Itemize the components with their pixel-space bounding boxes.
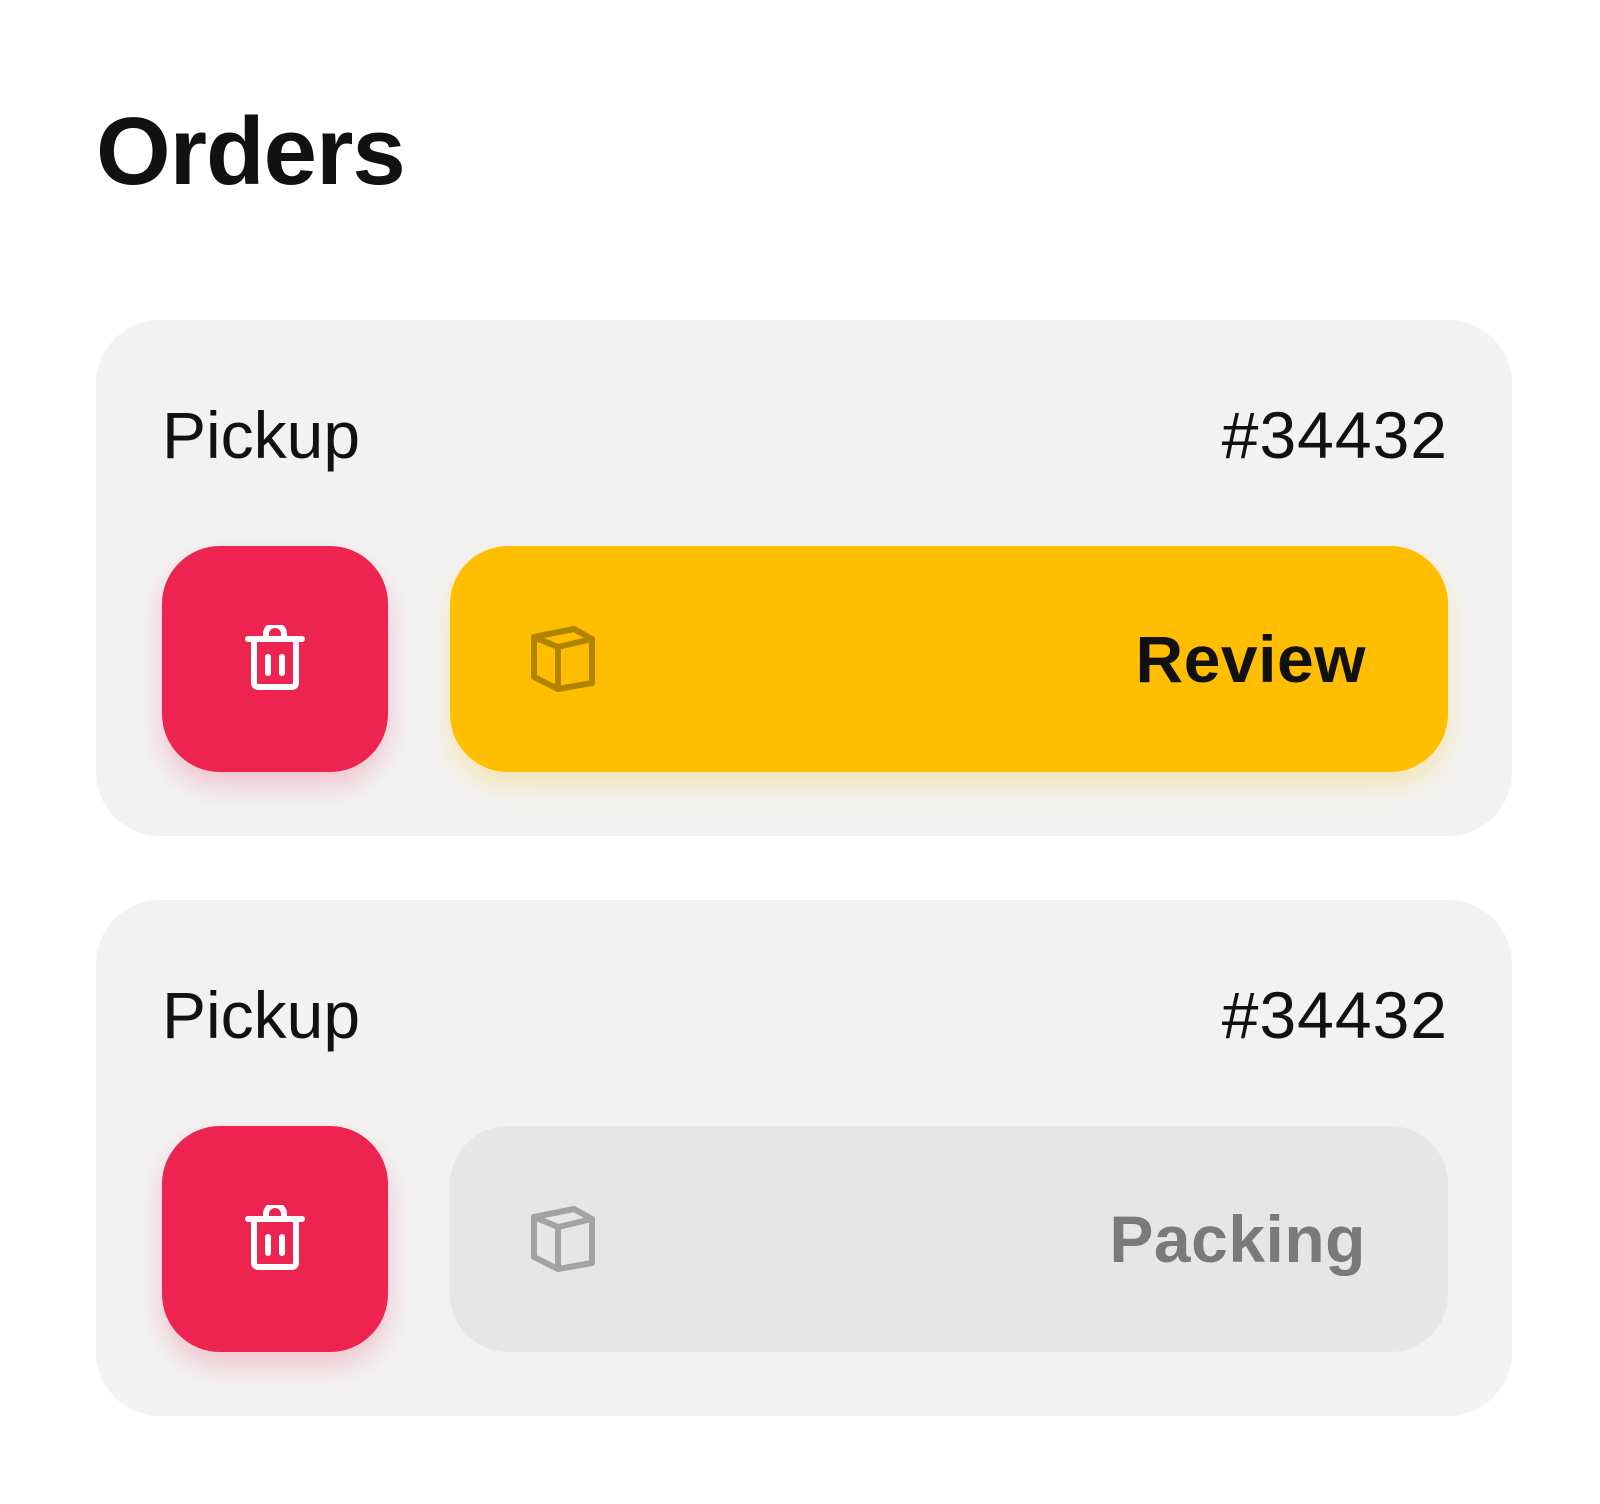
status-button-review[interactable]: Review	[450, 546, 1448, 772]
delete-order-button[interactable]	[162, 546, 388, 772]
order-card: Pickup #34432 Review	[96, 320, 1512, 836]
box-icon	[528, 623, 598, 695]
trash-icon	[245, 1205, 305, 1270]
orders-page: Orders Pickup #34432 Review Pickup #3443…	[0, 0, 1600, 1504]
order-number: #34432	[1221, 978, 1448, 1052]
trash-icon	[245, 625, 305, 690]
order-card: Pickup #34432 Packing	[96, 900, 1512, 1416]
order-number: #34432	[1221, 398, 1448, 472]
status-label: Packing	[1109, 1202, 1366, 1276]
page-title: Orders	[96, 98, 406, 205]
status-button-packing[interactable]: Packing	[450, 1126, 1448, 1352]
box-icon	[528, 1203, 598, 1275]
order-type: Pickup	[162, 398, 361, 472]
delete-order-button[interactable]	[162, 1126, 388, 1352]
order-type: Pickup	[162, 978, 361, 1052]
status-label: Review	[1135, 622, 1366, 696]
